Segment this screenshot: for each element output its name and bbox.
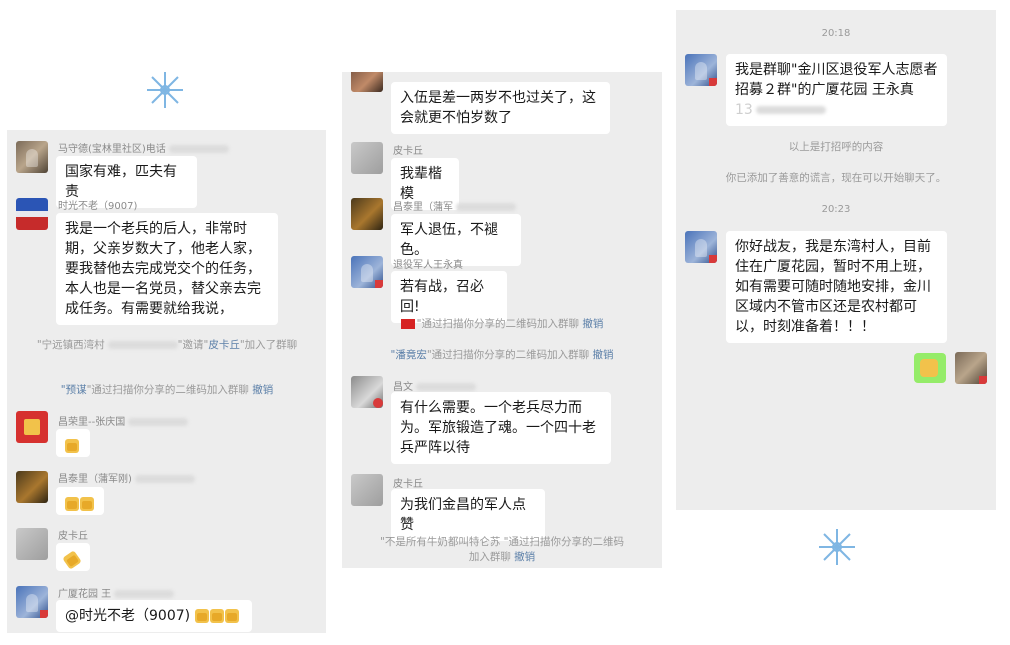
sender-name: 马守德(宝林里社区)电话 bbox=[58, 140, 229, 155]
sender-name: 昌文 bbox=[393, 378, 476, 393]
sender-name: 昌泰里（蒲军 bbox=[393, 198, 516, 213]
sender-name: 昌荣里--张庆国 bbox=[58, 413, 189, 428]
flag-emoji bbox=[400, 319, 415, 329]
chat-screenshot-middle: 入伍是差一两岁不也过关了，这会就更不怕岁数了 皮卡丘 我辈楷模 昌泰里（蒲军 军… bbox=[342, 72, 662, 568]
sender-name: 时光不老（9007) bbox=[58, 201, 138, 212]
undo-link[interactable]: 撤销 bbox=[252, 384, 273, 396]
sender-name: 皮卡丘 bbox=[393, 146, 423, 157]
avatar[interactable] bbox=[351, 474, 383, 506]
avatar[interactable] bbox=[16, 528, 48, 560]
avatar[interactable] bbox=[16, 198, 48, 230]
thumbs-up-emoji bbox=[65, 439, 79, 453]
message-bubble[interactable]: 你好战友，我是东湾村人，目前住在广厦花园，暂时不用上班，如有需要可随时随地安排，… bbox=[726, 231, 947, 343]
avatar[interactable] bbox=[685, 231, 717, 263]
sender-name: 退役军人王永真 bbox=[393, 260, 463, 271]
timestamp: 20:23 bbox=[821, 204, 851, 215]
avatar[interactable] bbox=[16, 586, 48, 618]
undo-link[interactable]: 撤销 bbox=[514, 551, 535, 563]
sender-name: 广厦花园 王 bbox=[58, 585, 175, 600]
system-notice: "不是所有牛奶都叫特仑苏 "通过扫描你分享的二维码 加入群聊 撤销 bbox=[379, 536, 625, 563]
system-notice: "预谋"通过扫描你分享的二维码加入群聊 撤销 bbox=[60, 384, 274, 396]
chat-screenshot-right: 20:18 我是群聊"金川区退役军人志愿者招募２群"的广厦花园 王永真 13 以… bbox=[676, 10, 996, 510]
thumbs-up-emoji bbox=[194, 609, 209, 623]
thumbs-up-emoji bbox=[209, 609, 224, 623]
thumbs-up-emoji bbox=[65, 497, 79, 511]
message-bubble[interactable] bbox=[56, 429, 90, 457]
message-bubble[interactable]: 我是一个老兵的后人，非常时期，父亲岁数大了，他老人家，要我替他去完成党交个的任务… bbox=[56, 213, 278, 325]
avatar[interactable] bbox=[351, 376, 383, 408]
avatar[interactable] bbox=[16, 471, 48, 503]
thumbs-up-emoji bbox=[62, 550, 82, 570]
message-bubble[interactable] bbox=[56, 543, 90, 571]
fist-emoji bbox=[920, 359, 938, 377]
avatar[interactable] bbox=[16, 411, 48, 443]
system-notice: 以上是打招呼的内容 bbox=[788, 141, 884, 153]
message-bubble[interactable]: 为我们金昌的军人点赞 bbox=[391, 489, 545, 541]
system-notice: "潘竟宏"通过扫描你分享的二维码加入群聊 撤销 bbox=[390, 349, 614, 361]
avatar[interactable] bbox=[351, 142, 383, 174]
avatar[interactable] bbox=[351, 72, 383, 92]
message-bubble[interactable]: 我是群聊"金川区退役军人志愿者招募２群"的广厦花园 王永真 13 bbox=[726, 54, 947, 126]
self-message-bubble[interactable] bbox=[914, 353, 946, 383]
message-bubble[interactable]: 若有战，召必回! bbox=[391, 271, 507, 323]
message-bubble[interactable] bbox=[56, 487, 104, 515]
chat-screenshot-left: 马守德(宝林里社区)电话 国家有难，匹夫有责 时光不老（9007) 我是一个老兵… bbox=[7, 130, 326, 633]
message-bubble[interactable]: @时光不老（9007) bbox=[56, 600, 252, 632]
snowflake-icon bbox=[819, 529, 855, 565]
snowflake-icon bbox=[147, 72, 183, 108]
undo-link[interactable]: 撤销 bbox=[593, 349, 614, 361]
avatar[interactable] bbox=[16, 141, 48, 173]
avatar[interactable] bbox=[351, 256, 383, 288]
system-notice: "通过扫描你分享的二维码加入群聊 撤销 bbox=[352, 317, 652, 332]
sender-name: 皮卡丘 bbox=[58, 531, 88, 542]
system-notice: 你已添加了善意的谎言，现在可以开始聊天了。 bbox=[725, 172, 947, 184]
thumbs-up-emoji bbox=[80, 497, 94, 511]
avatar[interactable] bbox=[351, 198, 383, 230]
sender-name: 皮卡丘 bbox=[393, 479, 423, 490]
sender-name: 昌泰里（蒲军刚) bbox=[58, 470, 195, 485]
message-bubble[interactable]: 有什么需要。一个老兵尽力而为。军旅锻造了魂。一个四十老兵严阵以待 bbox=[391, 392, 611, 464]
system-notice: "宁远镇西湾村 "邀请"皮卡丘"加入了群聊 bbox=[36, 339, 298, 351]
undo-link[interactable]: 撤销 bbox=[582, 318, 603, 330]
timestamp: 20:18 bbox=[821, 28, 851, 39]
thumbs-up-emoji bbox=[224, 609, 239, 623]
self-avatar[interactable] bbox=[955, 352, 987, 384]
avatar[interactable] bbox=[685, 54, 717, 86]
message-bubble[interactable]: 入伍是差一两岁不也过关了，这会就更不怕岁数了 bbox=[391, 82, 610, 134]
